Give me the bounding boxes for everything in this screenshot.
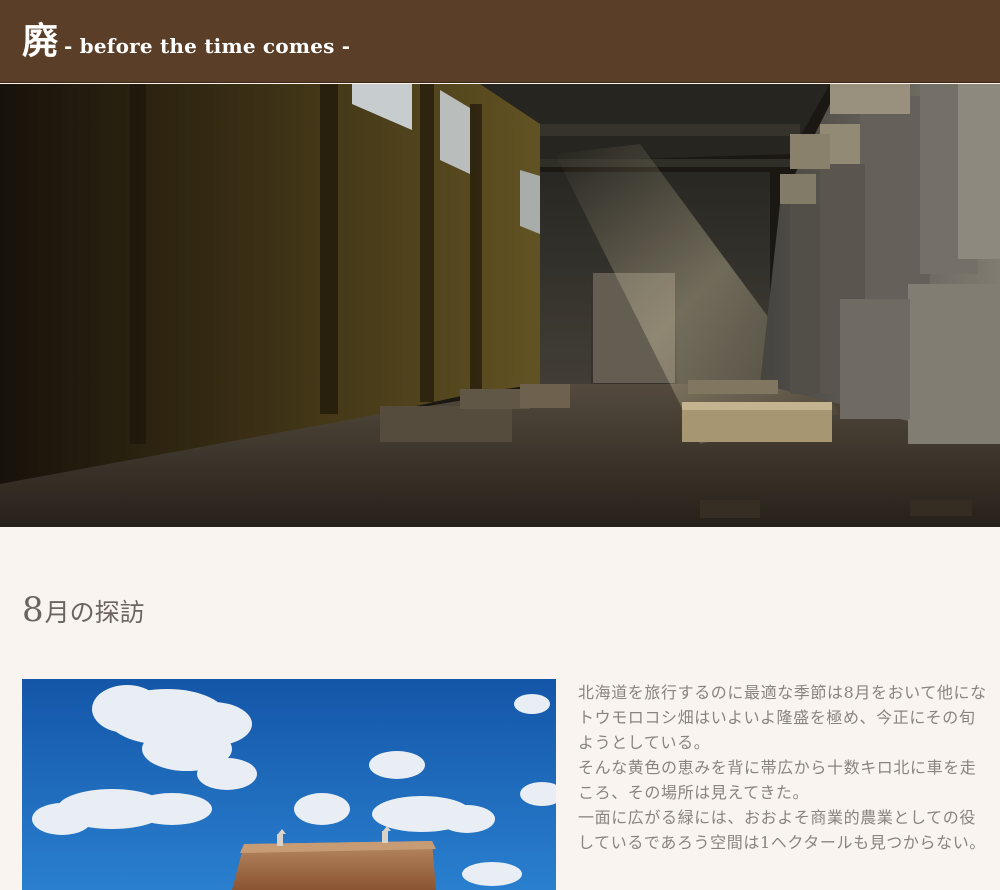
site-logo-kanji: 廃 [22,20,59,62]
body-line: トウモロコシ畑はいよいよ隆盛を極め、今正にその旬 [578,708,976,727]
article-body: 北海道を旅行するのに最適な季節は8月をおいて他にな トウモロコシ畑はいよいよ隆盛… [578,680,1000,890]
body-line: 一面に広がる緑には、おおよそ商業的農業としての役 [578,808,976,827]
body-line: 北海道を旅行するのに最適な季節は8月をおいて他にな [578,683,987,702]
section-heading: 8 月の探訪 [22,590,145,630]
barn-photo-blue-sky [22,679,556,890]
site-tagline: - before the time comes - [64,34,351,58]
barn-image [22,679,556,890]
body-line: ようとしている。 [578,733,711,752]
body-line: しているであろう空間は1ヘクタールも見つからない。 [578,833,986,852]
heading-month: 8 [22,590,44,630]
body-line: そんな黄色の恵みを背に帯広から十数キロ北に車を走 [578,758,977,777]
site-title[interactable]: 廃 - before the time comes - [22,23,350,59]
site-header: 廃 - before the time comes - [0,0,1000,83]
hero-photo-factory-hall [0,84,1000,527]
body-line: ころ、その場所は見えてきた。 [578,783,810,802]
hero-image [0,84,1000,527]
heading-title: 月の探訪 [44,598,145,627]
